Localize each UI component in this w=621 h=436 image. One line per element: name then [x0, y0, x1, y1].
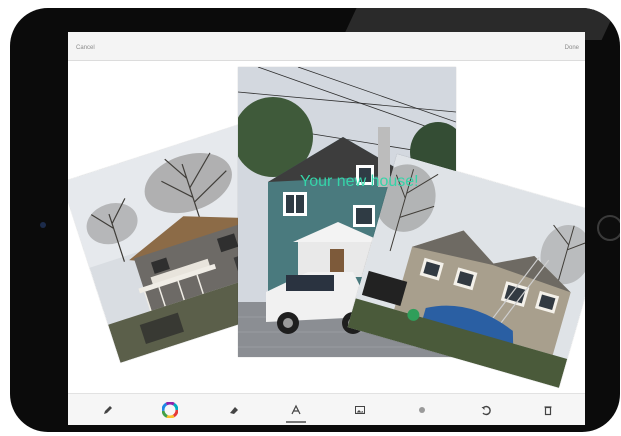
home-button[interactable] — [597, 215, 620, 241]
cancel-button[interactable]: Cancel — [76, 45, 95, 51]
text-icon[interactable] — [286, 400, 306, 420]
collage-canvas[interactable]: Your new house! — [68, 61, 585, 393]
selected-tool-indicator — [286, 421, 306, 423]
undo-icon[interactable] — [476, 400, 496, 420]
eraser-icon[interactable] — [224, 400, 244, 420]
trash-icon[interactable] — [538, 400, 558, 420]
tablet-device: Cancel Done Your new house! — [10, 8, 620, 432]
drawing-toolbar — [68, 393, 585, 425]
color-wheel-icon[interactable] — [160, 400, 180, 420]
front-camera — [40, 222, 46, 228]
pen-icon[interactable] — [98, 400, 118, 420]
caption-text[interactable]: Your new house! — [300, 173, 419, 191]
image-icon[interactable] — [350, 400, 370, 420]
sticker-icon[interactable] — [412, 400, 432, 420]
nav-bar: Cancel Done — [68, 38, 585, 61]
screen: Cancel Done Your new house! — [68, 32, 585, 425]
done-button[interactable]: Done — [565, 45, 579, 51]
